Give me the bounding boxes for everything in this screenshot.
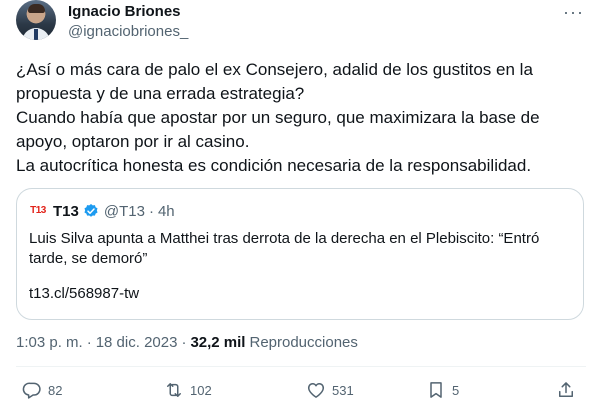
tweet-date[interactable]: 18 dic. 2023 <box>96 334 178 351</box>
meta-separator: · <box>86 334 92 351</box>
tweet-text-line: La autocrítica honesta es condición nece… <box>16 156 532 175</box>
actions-divider <box>16 366 586 367</box>
more-options-icon[interactable]: ··· <box>563 2 584 23</box>
like-count: 531 <box>332 382 354 398</box>
quoted-time: 4h <box>157 202 175 220</box>
verified-badge-icon <box>84 204 98 217</box>
views-label: Reproducciones <box>249 334 358 351</box>
bookmark-count: 5 <box>452 382 460 398</box>
views-count: 32,2 mil <box>190 334 246 351</box>
author-avatar[interactable] <box>16 0 56 40</box>
quoted-tweet-link[interactable]: t13.cl/568987-tw <box>29 285 139 302</box>
tweet-text-line: propuesta y de una errada estrategia? <box>16 84 305 103</box>
retweet-button[interactable]: 102 <box>164 380 212 400</box>
tweet-metadata: 1:03 p. m. · 18 dic. 2023 · 32,2 mil Rep… <box>16 334 358 351</box>
retweet-icon <box>167 383 181 397</box>
retweet-count: 102 <box>190 382 212 398</box>
share-icon <box>559 382 573 397</box>
quoted-separator: · <box>148 202 154 220</box>
meta-separator: · <box>181 334 187 351</box>
tweet-text: ¿Así o más cara de palo el ex Consejero,… <box>16 58 586 178</box>
tweet-text-line: Cuando había que apostar por un seguro, … <box>16 108 540 127</box>
quoted-tweet-text: Luis Silva apunta a Matthei tras derrota… <box>29 230 540 267</box>
quoted-author-handle: @T13 <box>103 202 145 220</box>
reply-count: 82 <box>48 382 63 398</box>
reply-button[interactable]: 82 <box>22 380 62 400</box>
author-name[interactable]: Ignacio Briones <box>68 3 181 20</box>
t13-logo: T13 <box>29 202 47 220</box>
bookmark-button[interactable]: 5 <box>426 380 459 400</box>
tweet-header: Ignacio Briones @ignaciobriones_ ··· <box>16 0 586 50</box>
quoted-author-name: T13 <box>53 202 79 220</box>
quoted-tweet-header: T13 T13 @T13 · 4h <box>29 201 175 221</box>
share-button[interactable] <box>556 380 582 400</box>
quoted-tweet[interactable]: T13 T13 @T13 · 4h Luis Silva apunta a Ma… <box>16 188 584 320</box>
tweet-text-line: ¿Así o más cara de palo el ex Consejero,… <box>16 60 533 79</box>
like-button[interactable]: 531 <box>306 380 354 400</box>
tweet-time[interactable]: 1:03 p. m. <box>16 334 83 351</box>
reply-icon <box>22 382 41 399</box>
tweet-actions-bar: 82 102 531 5 <box>16 380 586 406</box>
bookmark-icon <box>430 382 442 398</box>
heart-icon <box>307 383 325 398</box>
tweet-text-line: apoyo, optaron por ir al casino. <box>16 132 250 151</box>
author-handle[interactable]: @ignaciobriones_ <box>68 23 188 40</box>
